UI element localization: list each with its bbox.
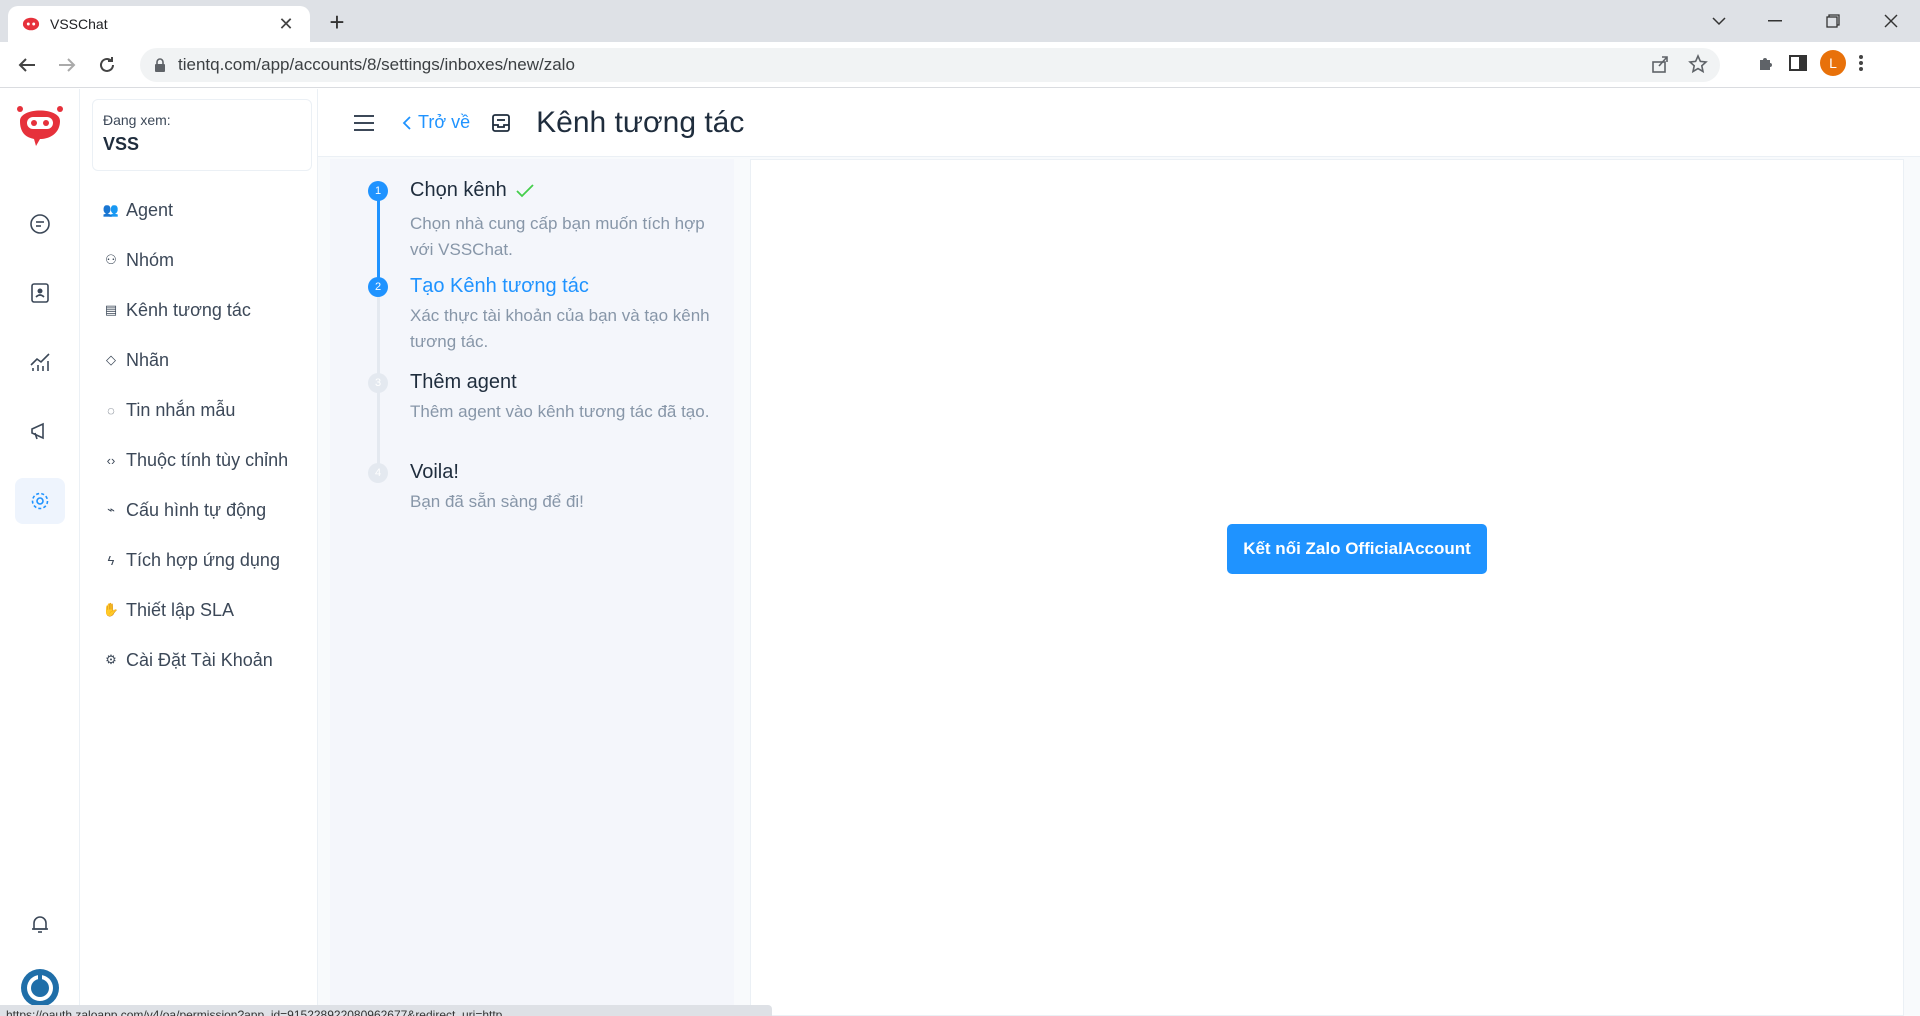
browser-toolbar: tientq.com/app/accounts/8/settings/inbox… [0, 42, 1920, 88]
more-menu-icon[interactable] [1858, 53, 1864, 73]
handshake-icon: ✋ [102, 602, 120, 617]
code-icon: ‹› [106, 452, 116, 468]
wizard-steps: 1 Chọn kênh Chọn nhà cung cấp bạn muốn t… [330, 159, 734, 1016]
sidebar-item-account-settings[interactable]: ⚙ Cài Đặt Tài Khoản [104, 635, 288, 685]
sidebar-item-integrations[interactable]: ϟ Tích hợp ứng dụng [104, 535, 288, 585]
step-description: Bạn đã sẵn sàng để đi! [410, 492, 584, 511]
app-root: Đang xem: VSS 👥 Agent ⚇ Nhóm ▤ Kênh tương t… [0, 89, 1920, 1016]
restore-icon[interactable] [1808, 0, 1858, 42]
step-description: Chọn nhà cung cấp bạn muốn tích hợp với … [410, 214, 705, 259]
browser-tabbar: VSSChat ✕ + [0, 0, 1920, 42]
menu-toggle-icon[interactable] [352, 113, 376, 133]
page-header: Trở về Kênh tương tác [318, 89, 1920, 157]
side-panel-icon[interactable] [1788, 53, 1808, 73]
settings-sidebar: Đang xem: VSS 👥 Agent ⚇ Nhóm ▤ Kênh tương t… [80, 89, 318, 1016]
step-title: Voila! [410, 461, 459, 483]
step-title: Thêm agent [410, 371, 517, 393]
connect-zalo-button[interactable]: Kết nối Zalo OfficialAccount [1227, 524, 1487, 574]
main-content: Trở về Kênh tương tác 1 Chọn kênh Chọn n… [318, 89, 1920, 1016]
flash-icon: ϟ [107, 552, 115, 568]
minimize-icon[interactable] [1750, 0, 1800, 42]
viewing-label: Đang xem: [103, 112, 171, 128]
check-icon [516, 183, 534, 197]
sidebar-item-labels[interactable]: ◇ Nhãn [104, 335, 288, 385]
sidebar-item-label: Nhóm [126, 249, 175, 270]
sidebar-item-label: Kênh tương tác [126, 299, 251, 320]
close-window-icon[interactable] [1866, 0, 1916, 42]
sidebar-item-label: Tích hợp ứng dụng [126, 549, 280, 570]
settings-gear-icon[interactable] [15, 478, 65, 524]
address-bar[interactable]: tientq.com/app/accounts/8/settings/inbox… [140, 48, 1720, 82]
notifications-bell-icon[interactable] [15, 901, 65, 947]
sidebar-item-label: Agent [126, 199, 174, 220]
step-title: Tạo Kênh tương tác [410, 275, 589, 297]
lock-icon [155, 58, 165, 72]
vsschat-logo-icon[interactable] [12, 99, 68, 149]
forward-icon[interactable] [52, 50, 82, 80]
step-number: 4 [368, 463, 388, 483]
reports-icon[interactable] [15, 339, 65, 385]
step-description: Xác thực tài khoản của bạn và tạo kênh t… [410, 306, 710, 351]
sidebar-item-inboxes[interactable]: ▤ Kênh tương tác [104, 285, 288, 335]
sidebar-item-label: Cấu hình tự động [126, 499, 267, 520]
inbox-icon [492, 113, 511, 132]
tab-search-icon[interactable] [1694, 0, 1744, 42]
step-number: 3 [368, 373, 388, 393]
chat-icon: ◌ [107, 402, 115, 418]
tab-title: VSSChat [50, 16, 108, 32]
step-title: Chọn kênh [410, 179, 535, 202]
inbox-wizard: 1 Chọn kênh Chọn nhà cung cấp bạn muốn t… [330, 159, 1904, 1016]
settings-menu: 👥 Agent ⚇ Nhóm ▤ Kênh tương tác ◇ Nhãn ◌ Tin … [102, 185, 288, 685]
sidebar-item-label: Cài Đặt Tài Khoản [126, 649, 273, 670]
share-icon[interactable] [1650, 54, 1670, 74]
sidebar-item-automation[interactable]: ⌁ Cấu hình tự động [104, 485, 288, 535]
status-bar-url: https://oauth.zaloapp.com/v4/oa/permissi… [0, 1005, 772, 1016]
campaigns-megaphone-icon[interactable] [15, 409, 65, 455]
vsschat-favicon-icon [22, 17, 40, 31]
account-switcher[interactable]: Đang xem: VSS [92, 99, 312, 171]
bookmark-star-icon[interactable] [1688, 54, 1708, 74]
tag-icon: ◇ [106, 352, 116, 367]
profile-avatar[interactable]: L [1820, 50, 1846, 76]
back-label: Trở về [418, 112, 471, 132]
step-number: 2 [368, 277, 388, 297]
browser-tab[interactable]: VSSChat ✕ [8, 6, 310, 42]
step-number: 1 [368, 181, 388, 201]
conversations-icon[interactable] [15, 201, 65, 247]
wizard-panel: Kết nối Zalo OfficialAccount [750, 159, 1904, 1016]
step-description: Thêm agent vào kênh tương tác đã tạo. [410, 402, 710, 421]
sidebar-item-label: Thiết lập SLA [126, 599, 235, 620]
sidebar-item-agent[interactable]: 👥 Agent [102, 185, 288, 235]
sidebar-item-label: Nhãn [126, 349, 170, 370]
sidebar-item-canned-responses[interactable]: ◌ Tin nhắn mẫu [104, 385, 288, 435]
url-text: tientq.com/app/accounts/8/settings/inbox… [178, 55, 575, 74]
reload-icon[interactable] [92, 50, 122, 80]
chevron-left-icon [402, 115, 411, 130]
extensions-icon[interactable] [1756, 53, 1776, 73]
contacts-icon[interactable] [15, 270, 65, 316]
tab-close-icon[interactable]: ✕ [276, 14, 296, 35]
people-icon: 👥 [102, 202, 120, 217]
sidebar-item-custom-attributes[interactable]: ‹› Thuộc tính tùy chỉnh [104, 435, 288, 485]
page-title: Kênh tương tác [536, 105, 745, 139]
back-icon[interactable] [12, 50, 42, 80]
sidebar-item-label: Thuộc tính tùy chỉnh [126, 449, 289, 470]
back-button[interactable]: Trở về [402, 112, 470, 133]
inbox-icon: ▤ [104, 302, 118, 317]
account-name: VSS [103, 134, 140, 154]
team-icon: ⚇ [105, 252, 117, 267]
automation-icon: ⌁ [107, 502, 115, 517]
step-title-text: Chọn kênh [410, 179, 507, 201]
sidebar-item-sla[interactable]: ✋ Thiết lập SLA [102, 585, 288, 635]
primary-rail [0, 89, 80, 1016]
sidebar-item-label: Tin nhắn mẫu [126, 399, 236, 420]
sidebar-item-teams[interactable]: ⚇ Nhóm [104, 235, 288, 285]
gear-icon: ⚙ [105, 652, 117, 667]
new-tab-button[interactable]: + [322, 8, 352, 38]
